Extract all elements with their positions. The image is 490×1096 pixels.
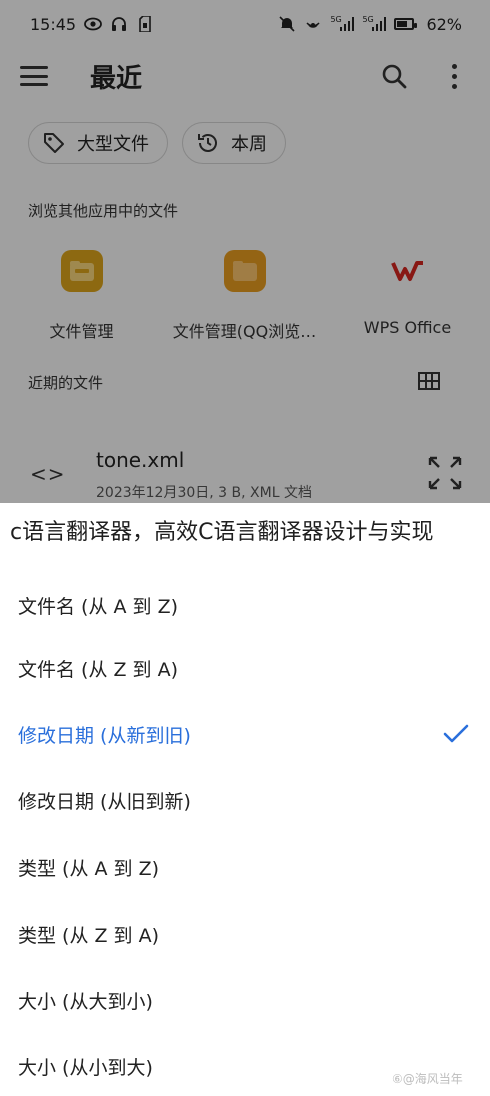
sort-option-label: 大小 (从大到小) — [18, 990, 153, 1013]
sort-option-label: 修改日期 (从新到旧) — [18, 724, 191, 747]
sort-option-label: 大小 (从小到大) — [18, 1056, 153, 1079]
sort-option-date-newest[interactable]: 修改日期 (从新到旧) — [0, 704, 490, 764]
sort-option-size-smallest[interactable]: 大小 (从小到大) — [0, 1036, 490, 1096]
sort-option-label: 文件名 (从 Z 到 A) — [18, 658, 178, 681]
sort-option-name-asc[interactable]: 文件名 (从 A 到 Z) — [0, 575, 490, 635]
checkmark-icon — [440, 718, 472, 750]
sort-option-label: 类型 (从 A 到 Z) — [18, 857, 159, 880]
sort-option-label: 文件名 (从 A 到 Z) — [18, 595, 178, 618]
sort-bottom-sheet: c语言翻译器，高效C语言翻译器设计与实现 文件名 (从 A 到 Z) 文件名 (… — [0, 503, 490, 1096]
sort-option-label: 类型 (从 Z 到 A) — [18, 924, 159, 947]
sort-option-date-oldest[interactable]: 修改日期 (从旧到新) — [0, 770, 490, 830]
sort-option-size-largest[interactable]: 大小 (从大到小) — [0, 970, 490, 1030]
watermark: ⑥@海风当年 — [392, 1072, 463, 1086]
sort-option-name-desc[interactable]: 文件名 (从 Z 到 A) — [0, 638, 490, 698]
sort-option-type-asc[interactable]: 类型 (从 A 到 Z) — [0, 837, 490, 897]
sheet-title: c语言翻译器，高效C语言翻译器设计与实现 — [10, 520, 434, 545]
sort-option-label: 修改日期 (从旧到新) — [18, 790, 191, 813]
sort-option-type-desc[interactable]: 类型 (从 Z 到 A) — [0, 904, 490, 964]
